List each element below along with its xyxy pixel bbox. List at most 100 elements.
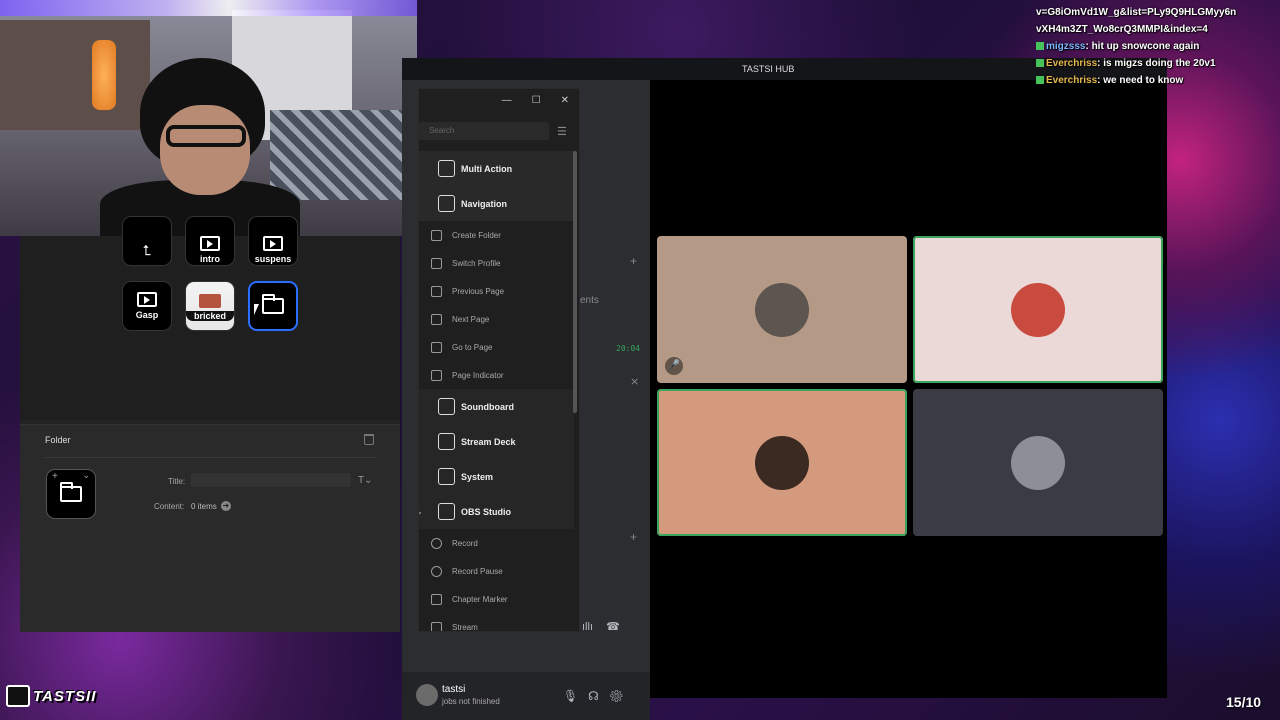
- trash-icon[interactable]: [364, 434, 374, 445]
- expand-icon[interactable]: ›: [419, 402, 428, 411]
- scrollbar[interactable]: [573, 151, 577, 413]
- action-label: Stream Deck: [461, 436, 516, 447]
- muted-icon: 🎤: [665, 357, 683, 375]
- chat-badge-icon: [1036, 76, 1044, 84]
- action-item[interactable]: Chapter Marker: [419, 585, 574, 613]
- add-channel-icon-2[interactable]: +: [630, 530, 637, 544]
- voice-tile[interactable]: 🎤: [657, 236, 907, 383]
- action-item[interactable]: Switch Profile: [419, 249, 574, 277]
- folder-key-preview[interactable]: + ⌄: [46, 469, 96, 519]
- sound-wave-icon[interactable]: ıllı: [582, 621, 593, 633]
- key-suspens[interactable]: suspens: [248, 216, 298, 266]
- voice-tile[interactable]: [657, 389, 907, 536]
- video-icon: [137, 292, 157, 307]
- action-item[interactable]: Record Pause: [419, 557, 574, 585]
- voice-tile[interactable]: [913, 236, 1163, 383]
- folder-icon: [262, 294, 284, 314]
- avatar: [1011, 282, 1065, 337]
- channel-brand: TASTSII: [6, 685, 96, 707]
- chat-username: migzsss: [1046, 41, 1086, 52]
- search-input[interactable]: Search: [419, 122, 549, 140]
- chat-overlay: v=G8iOmVd1W_g&list=PLy9Q9HLGMyy6n vXH4m3…: [1036, 4, 1280, 89]
- score-counter: 15/10: [1226, 694, 1262, 710]
- action-item[interactable]: › Soundboard: [419, 389, 574, 424]
- action-icon: [438, 398, 455, 415]
- close-icon[interactable]: ✕: [561, 95, 569, 106]
- channel-text-fragment: ents: [580, 295, 599, 306]
- chat-username: Everchriss: [1046, 75, 1098, 86]
- mute-small-icon[interactable]: ⨯: [630, 375, 639, 388]
- mouse-cursor: [254, 304, 264, 315]
- back-arrow-icon: ⮤: [142, 241, 152, 258]
- action-icon: [431, 229, 442, 241]
- action-item[interactable]: ⌄ OBS Studio: [419, 494, 574, 529]
- action-item[interactable]: Page Indicator: [419, 361, 574, 389]
- plus-icon[interactable]: +: [52, 471, 58, 482]
- expand-icon[interactable]: ›: [419, 472, 428, 481]
- action-icon: [431, 621, 442, 631]
- action-item[interactable]: › Stream Deck: [419, 424, 574, 459]
- action-label: Navigation: [461, 198, 508, 209]
- action-item[interactable]: Navigation: [419, 186, 574, 221]
- action-item[interactable]: Record: [419, 529, 574, 557]
- action-item[interactable]: Multi Action: [419, 151, 574, 186]
- window-controls: — ☐ ✕: [502, 95, 569, 106]
- server-title: TASTSI HUB: [742, 64, 795, 74]
- avatar[interactable]: [416, 684, 438, 706]
- brand-name: TASTSII: [33, 687, 97, 705]
- expand-icon[interactable]: ⌄: [419, 507, 428, 516]
- action-icon: [438, 195, 455, 212]
- action-icon: [438, 160, 455, 177]
- title-input[interactable]: [191, 473, 351, 487]
- chat-text: : we need to know: [1097, 75, 1184, 86]
- key-intro[interactable]: intro: [185, 216, 235, 266]
- key-gasp[interactable]: Gasp: [122, 281, 172, 331]
- webcam-feed: [0, 0, 417, 236]
- action-label: Go to Page: [452, 342, 493, 352]
- action-label: Stream: [452, 622, 478, 632]
- maximize-icon[interactable]: ☐: [532, 95, 541, 106]
- chat-message: Everchriss: is migzs doing the 20v1: [1036, 55, 1280, 72]
- chevron-down-icon[interactable]: ⌄: [82, 470, 90, 481]
- user-controls[interactable]: 🎙☊⚙: [563, 689, 634, 703]
- content-value: 0 items ➜: [191, 501, 231, 511]
- avatar: [1011, 435, 1065, 490]
- action-icon: [431, 565, 442, 577]
- user-status: jobs not finished: [442, 697, 500, 706]
- webcam-shelf: [0, 20, 150, 130]
- avatar: [755, 435, 809, 490]
- text-format-icon[interactable]: T⌄: [358, 475, 373, 486]
- action-item[interactable]: Create Folder: [419, 221, 574, 249]
- content-label: Content:: [154, 502, 185, 511]
- action-label: Next Page: [452, 314, 490, 324]
- disconnect-icon[interactable]: ☎: [606, 621, 620, 633]
- chat-badge-icon: [1036, 59, 1044, 67]
- key-label: Gasp: [135, 310, 159, 320]
- action-item[interactable]: › System: [419, 459, 574, 494]
- action-label: OBS Studio: [461, 506, 511, 517]
- action-icon: [431, 593, 442, 605]
- chat-username: Everchriss: [1046, 58, 1098, 69]
- action-label: Page Indicator: [452, 370, 504, 380]
- key-label: bricked: [186, 310, 235, 321]
- list-view-icon[interactable]: ☰: [557, 125, 567, 138]
- minimize-icon[interactable]: —: [502, 95, 512, 106]
- arrow-right-icon[interactable]: ➜: [220, 501, 231, 511]
- key-back[interactable]: ⮤: [122, 216, 172, 266]
- action-icon: [431, 257, 442, 269]
- action-item[interactable]: Go to Page: [419, 333, 574, 361]
- chat-text: : hit up snowcone again: [1085, 41, 1200, 52]
- key-bricked[interactable]: bricked: [185, 281, 235, 331]
- expand-icon[interactable]: ›: [419, 437, 428, 446]
- add-channel-icon[interactable]: +: [630, 254, 637, 268]
- action-item[interactable]: Stream: [419, 613, 574, 632]
- streamdeck-app: ⮤ intro suspens Gasp bricked Folder + ⌄: [20, 216, 400, 632]
- twitch-icon: [6, 685, 30, 707]
- action-item[interactable]: Previous Page: [419, 277, 574, 305]
- brick-icon: [199, 293, 221, 308]
- video-icon: [200, 236, 220, 251]
- action-item[interactable]: Next Page: [419, 305, 574, 333]
- action-label: Soundboard: [461, 401, 514, 412]
- led-strip: [0, 0, 417, 16]
- voice-tile[interactable]: [913, 389, 1163, 536]
